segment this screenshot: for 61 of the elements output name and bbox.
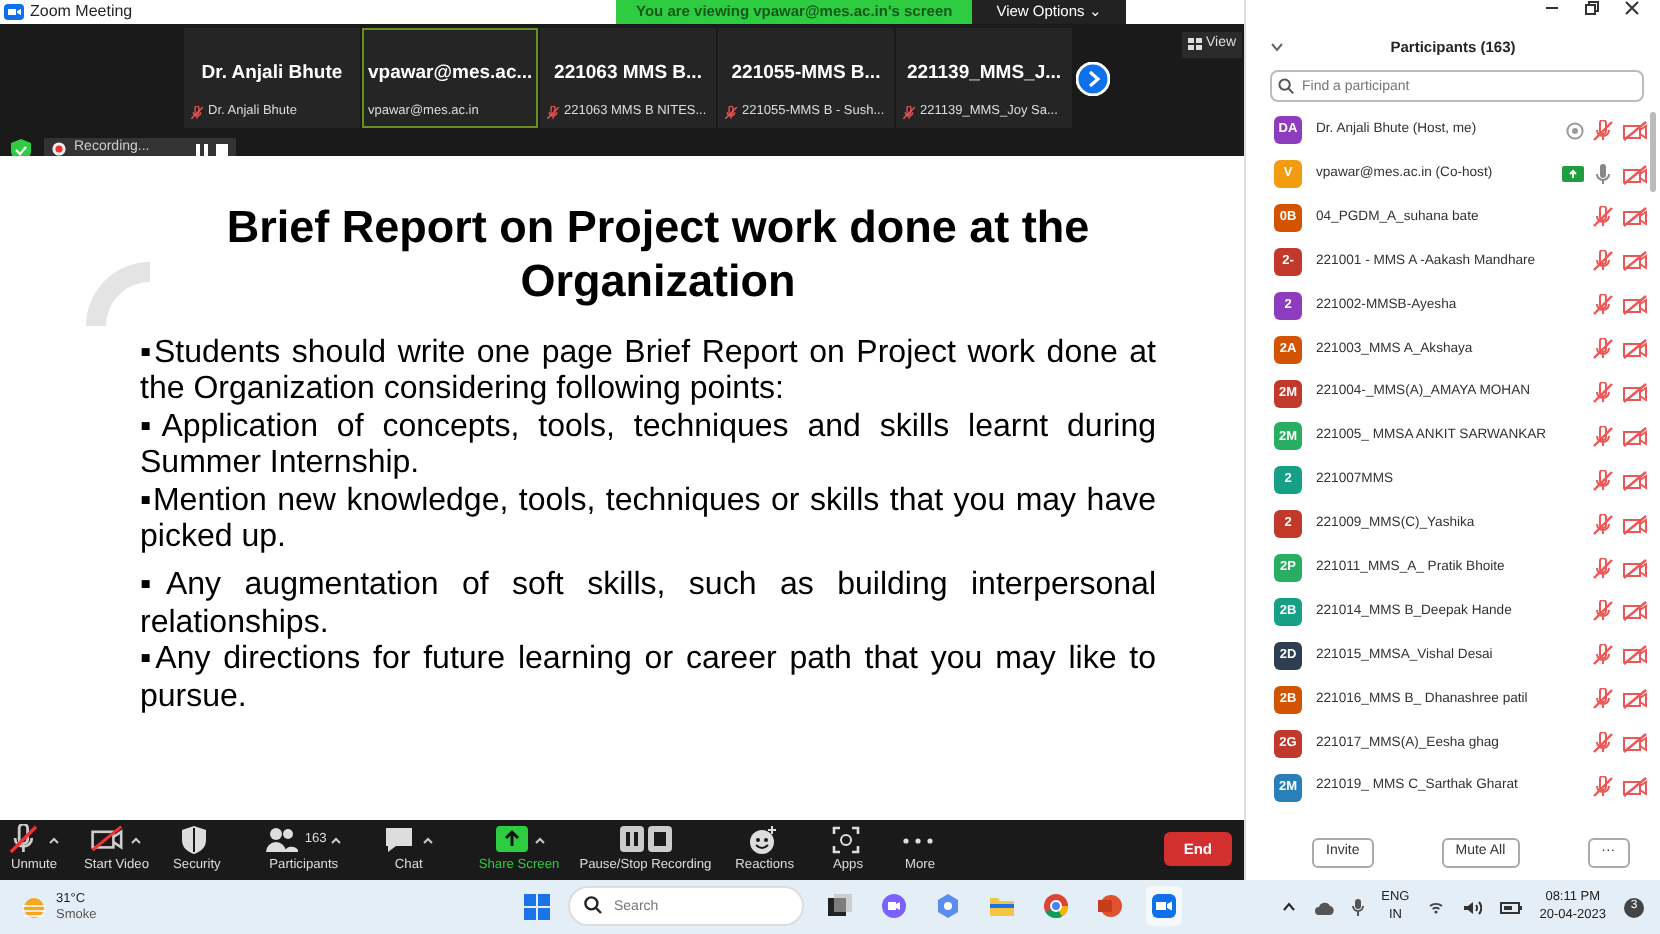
video-camera-app-icon[interactable] [1150, 892, 1178, 920]
video-off-icon [1622, 163, 1648, 186]
wifi-icon[interactable] [1427, 900, 1444, 914]
video-off-icon [1622, 557, 1648, 580]
video-off-icon [90, 824, 127, 857]
video-off-icon [1622, 119, 1648, 142]
video-off-icon [1622, 425, 1648, 448]
video-off-icon [1622, 206, 1648, 229]
restore-icon[interactable] [1584, 0, 1600, 16]
video-off-icon [1622, 469, 1648, 492]
participant-name: vpawar@mes.ac... [366, 60, 535, 88]
video-off-icon [1622, 776, 1648, 799]
caret-icon[interactable] [422, 836, 435, 845]
video-off-icon [1622, 513, 1648, 536]
video-off-icon [1622, 600, 1648, 623]
grid-icon [1188, 38, 1202, 51]
pause-icon[interactable] [196, 143, 208, 155]
record-icon [52, 142, 66, 156]
battery-icon[interactable] [1499, 901, 1522, 913]
caret-icon[interactable] [533, 836, 546, 845]
video-off-icon [1622, 732, 1648, 755]
bullet-point: ▪Mention new knowledge, tools, techniques or skills that you may have picked up. [140, 483, 1156, 557]
bullet-point: ▪Any augmentation of soft skills, such as building interpersonal relationships. [140, 568, 1156, 643]
bullet-point: ▪Students should write one page Brief Report on Project work done at the Organization considering following points: [140, 336, 1156, 410]
slide-title: Brief Report on Project work done at the Organization [224, 200, 1092, 308]
presentation-app-icon[interactable] [1096, 892, 1124, 920]
caret-icon[interactable] [48, 836, 60, 845]
scrollbar[interactable] [1650, 112, 1656, 193]
video-off-icon [1622, 250, 1648, 273]
chrome-icon[interactable] [1042, 892, 1070, 920]
caret-icon[interactable] [330, 836, 343, 845]
participant-name: 221139_MMS_J... [904, 60, 1064, 88]
close-icon[interactable] [1624, 0, 1640, 16]
speaker-icon[interactable] [1461, 899, 1482, 915]
arc-decoration [84, 260, 152, 332]
folder-icon[interactable] [988, 892, 1016, 920]
next-page-button[interactable] [1076, 62, 1110, 96]
more-icon [902, 837, 938, 844]
sun-haze-icon [20, 895, 48, 919]
cloud-icon[interactable] [1313, 899, 1334, 915]
bullet-point: ▪Any directions for future learning or career path that you may like to pursue. [140, 642, 1156, 716]
collapse-icon[interactable] [1270, 42, 1284, 52]
chat-icon[interactable] [880, 892, 908, 920]
participant-name: Dr. Anjali Bhute [199, 60, 345, 88]
window-title: Zoom Meeting [30, 0, 133, 24]
copilot-icon[interactable] [934, 892, 962, 920]
participant-name: 221063 MMS B... [552, 60, 704, 88]
video-off-icon [1622, 688, 1648, 711]
windows-start-icon[interactable] [524, 893, 550, 919]
caret-icon[interactable] [130, 836, 143, 845]
people-icon [264, 824, 301, 857]
video-off-icon [1622, 644, 1648, 667]
task-view-icon[interactable] [826, 892, 854, 920]
video-off-icon [1622, 294, 1648, 317]
stop-icon[interactable] [216, 143, 228, 155]
video-off-icon [1622, 382, 1648, 405]
chevron-up-icon[interactable] [1281, 902, 1296, 912]
microphone-icon[interactable] [1351, 898, 1364, 916]
participant-name: 221055-MMS B... [729, 60, 883, 88]
bullet-point: ▪Application of concepts, tools, techniques and skills learnt during Summer Internship. [140, 409, 1156, 484]
video-off-icon [1622, 338, 1648, 361]
